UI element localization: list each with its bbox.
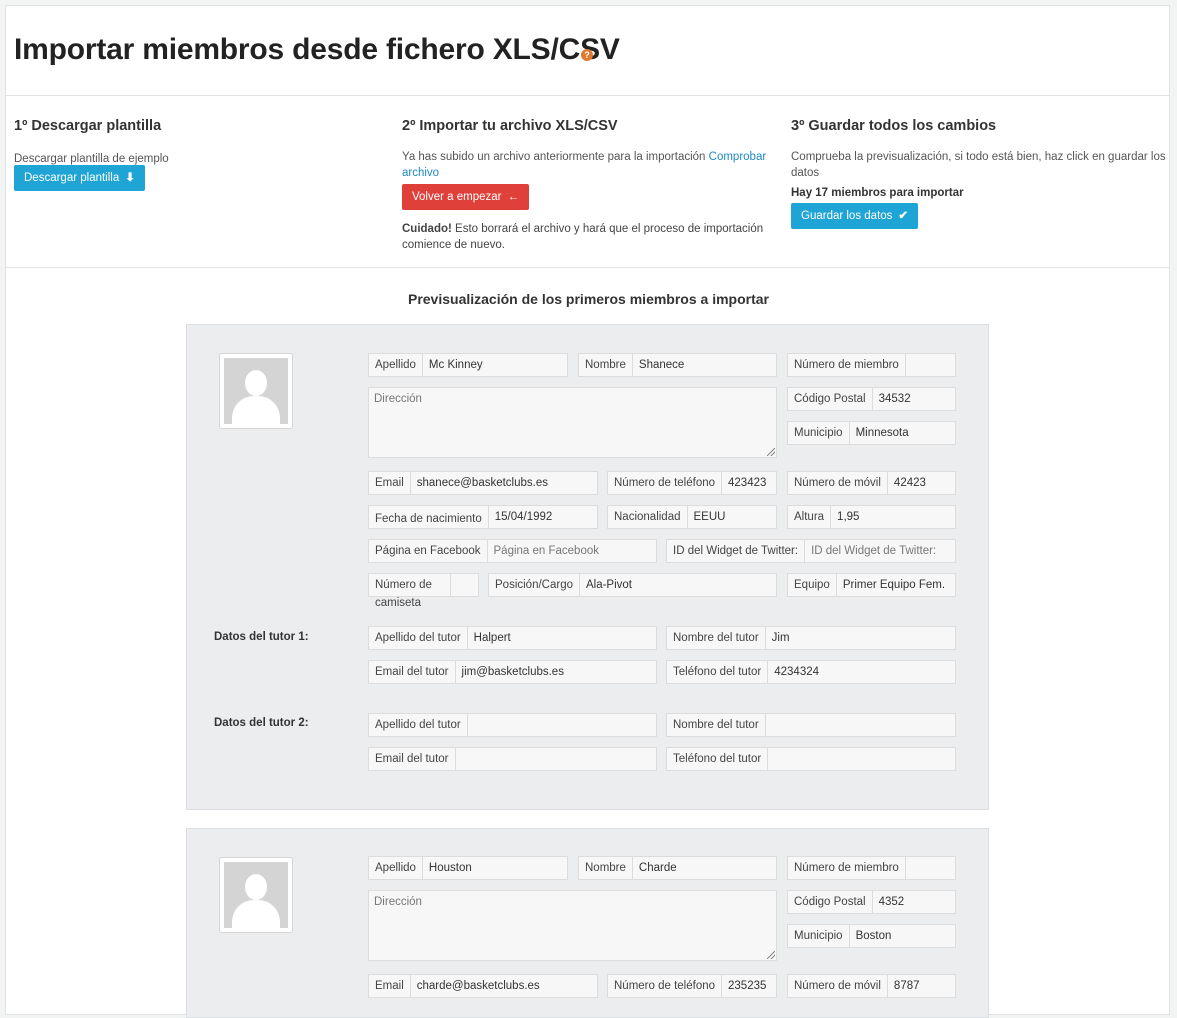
page: Importar miembros desde fichero XLS/CSV … <box>5 5 1170 1018</box>
numero-miembro-field[interactable]: Número de miembro <box>787 856 956 880</box>
member-avatar <box>219 353 293 429</box>
tutor1-apellido-field[interactable]: Apellido del tutor Halpert <box>368 626 657 650</box>
camiseta-field[interactable]: Número de camiseta <box>368 573 479 609</box>
tutor2-label: Datos del tutor 2: <box>214 717 309 729</box>
email-field[interactable]: Email shanece@basketclubs.es <box>368 471 598 495</box>
step2-title: 2º Importar tu archivo XLS/CSV <box>402 118 618 134</box>
step2-warning: Cuidado! Esto borrará el archivo y hará … <box>402 221 772 253</box>
tutor1-telefono-field[interactable]: Teléfono del tutor 4234324 <box>666 660 956 684</box>
tutor2-email-field[interactable]: Email del tutor <box>368 747 657 771</box>
codigo-postal-field[interactable]: Código Postal 4352 <box>787 890 956 914</box>
equipo-field[interactable]: Equipo Primer Equipo Fem. <box>787 573 956 597</box>
step2-text-body: Ya has subido un archivo anteriormente p… <box>402 151 706 163</box>
preview-title: Previsualización de los primeros miembro… <box>407 291 769 307</box>
twitter-field[interactable]: ID del Widget de Twitter: ID del Widget d… <box>666 539 956 563</box>
tutor2-apellido-field[interactable]: Apellido del tutor <box>368 713 657 737</box>
step3-title: 3º Guardar todos los cambios <box>791 118 997 134</box>
nombre-field[interactable]: Nombre Charde <box>578 856 777 880</box>
tutor2-nombre-field[interactable]: Nombre del tutor <box>666 713 956 737</box>
member-card: Apellido Mc Kinney Nombre Shanece Número d… <box>186 324 989 810</box>
nacimiento-field[interactable]: Fecha de nacimiento 15/04/1992 <box>368 505 598 529</box>
codigo-postal-field[interactable]: Código Postal 34532 <box>787 387 956 411</box>
posicion-field[interactable]: Posición/Cargo Ala-Pivot <box>488 573 777 597</box>
telefono-field[interactable]: Número de teléfono 423423 <box>607 471 777 495</box>
restart-button[interactable]: Volver a empezar ← <box>402 184 529 210</box>
altura-field[interactable]: Altura 1,95 <box>787 505 956 529</box>
email-field[interactable]: Email charde@basketclubs.es <box>368 974 598 998</box>
download-template-button[interactable]: Descargar plantilla ⬇ <box>14 165 145 191</box>
tutor1-nombre-field[interactable]: Nombre del tutor Jim <box>666 626 956 650</box>
warning-label: Cuidado! <box>402 223 452 235</box>
step2-text: Ya has subido un archivo anteriormente p… <box>402 149 772 181</box>
step-download: 1º Descargar plantilla Descargar plantil… <box>14 96 384 191</box>
movil-field[interactable]: Número de móvil 8787 <box>787 974 956 998</box>
arrow-left-icon: ← <box>507 191 520 203</box>
movil-field[interactable]: Número de móvil 42423 <box>787 471 956 495</box>
direccion-textarea[interactable]: Dirección <box>368 387 777 458</box>
restart-label: Volver a empezar <box>412 191 502 203</box>
member-card: Apellido Houston Nombre Charde Número de m… <box>186 828 989 1018</box>
import-count: Hay 17 miembros para importar <box>791 187 964 199</box>
tutor2-telefono-field[interactable]: Teléfono del tutor <box>666 747 956 771</box>
save-data-label: Guardar los datos <box>801 210 893 222</box>
download-icon: ⬇ <box>125 172 135 184</box>
step3-text: Comprueba la previsualización, si todo e… <box>791 151 1166 179</box>
download-template-label: Descargar plantilla <box>24 172 120 184</box>
municipio-field[interactable]: Municipio Minnesota <box>787 421 956 445</box>
municipio-field[interactable]: Municipio Boston <box>787 924 956 948</box>
warning-text: Esto borrará el archivo y hará que el pr… <box>402 223 764 251</box>
tutor1-label: Datos del tutor 1: <box>214 631 309 643</box>
help-icon[interactable]: ? <box>581 49 593 61</box>
tutor1-email-field[interactable]: Email del tutor jim@basketclubs.es <box>368 660 657 684</box>
telefono-field[interactable]: Número de teléfono 235235 <box>607 974 777 998</box>
check-icon: ✔ <box>898 210 909 222</box>
member-avatar <box>219 857 293 933</box>
step1-title: 1º Descargar plantilla <box>14 118 162 134</box>
facebook-field[interactable]: Página en Facebook Página en Facebook <box>368 539 657 563</box>
steps-section: 1º Descargar plantilla Descargar plantil… <box>6 96 1169 268</box>
page-title: Importar miembros desde fichero XLS/CSV <box>14 33 620 66</box>
nacionalidad-field[interactable]: Nacionalidad EEUU <box>607 505 777 529</box>
nombre-field[interactable]: Nombre Shanece <box>578 353 777 377</box>
numero-miembro-field[interactable]: Número de miembro <box>787 353 956 377</box>
save-data-button[interactable]: Guardar los datos ✔ <box>791 203 919 229</box>
step-import: 2º Importar tu archivo XLS/CSV Ya has su… <box>402 96 772 253</box>
apellido-field[interactable]: Apellido Houston <box>368 856 568 880</box>
step-save: 3º Guardar todos los cambios Comprueba l… <box>791 96 1166 229</box>
direccion-textarea[interactable]: Dirección <box>368 890 777 961</box>
page-header: Importar miembros desde fichero XLS/CSV … <box>6 6 1169 96</box>
apellido-field[interactable]: Apellido Mc Kinney <box>368 353 568 377</box>
